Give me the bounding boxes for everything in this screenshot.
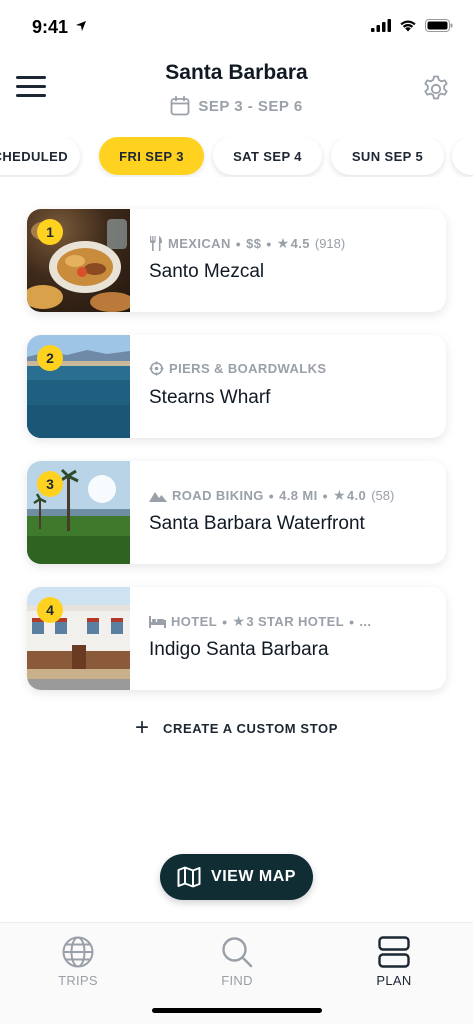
stop-photo: 4 — [27, 587, 130, 690]
stop-name: Indigo Santa Barbara — [149, 639, 329, 660]
stop-rating: 4.0 — [346, 488, 367, 503]
tab-label: SAT SEP 4 — [233, 148, 302, 164]
stop-card[interactable]: 3 ROAD BIKING • 4.8 MI • ★ 4.0 (58) Santa… — [27, 461, 446, 564]
status-time: 9:41 — [32, 17, 69, 37]
stop-category: PIERS & BOARDWALKS — [169, 361, 327, 376]
fork-knife-icon — [150, 236, 162, 251]
tab-fri-sep-3[interactable]: FRI SEP 3 — [99, 137, 204, 175]
globe-icon — [62, 936, 94, 968]
battery-icon — [425, 19, 453, 32]
wifi-icon — [400, 20, 416, 32]
star-icon: ★ — [276, 235, 290, 251]
nav-find[interactable]: FIND — [192, 935, 282, 988]
tab-label: SCHEDULED — [0, 148, 68, 164]
stop-review-count: (58) — [371, 488, 395, 503]
separator-dot: • — [349, 613, 355, 630]
stop-review-count: (918) — [314, 236, 346, 251]
nav-label: PLAN — [376, 973, 412, 988]
stop-photo: 2 — [27, 335, 130, 438]
tab-sat-sep-4[interactable]: SAT SEP 4 — [213, 137, 322, 175]
nav-label: FIND — [221, 973, 253, 988]
create-custom-stop-button[interactable]: + CREATE A CUSTOM STOP — [0, 716, 473, 740]
stop-card[interactable]: 4 HOTEL • ★ 3 STAR HOTEL • ... Indigo San… — [27, 587, 446, 690]
day-tabs: SCHEDULED FRI SEP 3 SAT SEP 4 SUN SEP 5 — [0, 137, 473, 177]
stop-number-badge: 2 — [37, 345, 63, 371]
nav-plan[interactable]: PLAN — [349, 935, 439, 988]
separator-dot: • — [266, 235, 272, 252]
map-icon — [177, 866, 201, 888]
status-icons — [371, 19, 453, 32]
stop-name: Santo Mezcal — [149, 261, 265, 282]
tab-next-day[interactable] — [452, 137, 473, 175]
date-range[interactable]: SEP 3 - SEP 6 — [0, 96, 473, 116]
stop-photo: 1 — [27, 209, 130, 312]
status-bar: 9:41 — [0, 0, 473, 56]
signal-icon — [371, 19, 391, 32]
header: Santa Barbara SEP 3 - SEP 6 — [0, 56, 473, 128]
stop-card[interactable]: 1 MEXICAN • $$ • ★ 4.5 (918) Santo Mezcal — [27, 209, 446, 312]
separator-dot: • — [222, 613, 228, 630]
stop-category: MEXICAN — [168, 236, 231, 251]
view-map-button[interactable]: VIEW MAP — [160, 854, 313, 900]
home-indicator[interactable] — [152, 1008, 322, 1013]
plus-icon: + — [134, 714, 149, 741]
stop-category: ROAD BIKING — [172, 488, 264, 503]
stop-photo: 3 — [27, 461, 130, 564]
stop-more: ... — [359, 614, 372, 629]
calendar-icon — [170, 96, 190, 116]
stop-number-badge: 3 — [37, 471, 63, 497]
stop-name: Stearns Wharf — [149, 387, 271, 408]
stop-name: Santa Barbara Waterfront — [149, 513, 365, 534]
tab-sun-sep-5[interactable]: SUN SEP 5 — [331, 137, 444, 175]
pier-icon — [149, 361, 164, 376]
tab-label: SUN SEP 5 — [351, 148, 424, 164]
stop-meta: MEXICAN • $$ • ★ 4.5 (918) — [149, 235, 345, 252]
separator-dot: • — [235, 235, 242, 252]
separator-dot: • — [322, 487, 328, 504]
stop-number-badge: 1 — [37, 219, 63, 245]
create-custom-stop-label: CREATE A CUSTOM STOP — [163, 720, 338, 736]
separator-dot: • — [268, 487, 275, 504]
stop-meta: ROAD BIKING • 4.8 MI • ★ 4.0 (58) — [149, 487, 394, 504]
gear-icon[interactable] — [421, 74, 451, 104]
view-map-label: VIEW MAP — [211, 868, 296, 885]
menu-icon-bar — [16, 85, 46, 88]
stop-meta: HOTEL • ★ 3 STAR HOTEL • ... — [149, 613, 371, 630]
stop-category: HOTEL — [171, 614, 218, 629]
tab-scheduled[interactable]: SCHEDULED — [0, 137, 80, 175]
date-range-text: SEP 3 - SEP 6 — [198, 97, 303, 115]
plan-icon — [378, 936, 410, 968]
location-arrow-icon — [76, 21, 86, 31]
nav-trips[interactable]: TRIPS — [33, 935, 123, 988]
mountain-icon — [149, 491, 167, 502]
search-icon — [222, 937, 253, 968]
star-icon: ★ — [232, 613, 246, 629]
star-icon: ★ — [332, 487, 346, 503]
stop-card[interactable]: 2 PIERS & BOARDWALKS Stearns Wharf — [27, 335, 446, 438]
stop-number-badge: 4 — [37, 597, 63, 623]
page-title: Santa Barbara — [165, 61, 308, 84]
bed-icon — [149, 615, 166, 628]
stop-hotel-class: 3 STAR HOTEL — [246, 614, 345, 629]
nav-label: TRIPS — [58, 973, 98, 988]
tab-label: FRI SEP 3 — [119, 148, 184, 164]
stop-meta: PIERS & BOARDWALKS — [149, 361, 326, 376]
stop-rating: 4.5 — [290, 236, 310, 251]
stop-price: $$ — [246, 236, 262, 251]
stop-distance: 4.8 MI — [279, 488, 318, 503]
